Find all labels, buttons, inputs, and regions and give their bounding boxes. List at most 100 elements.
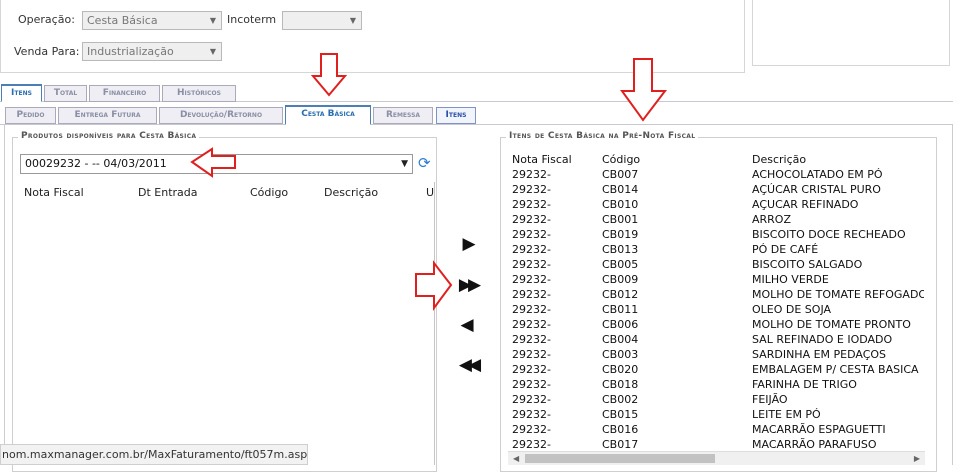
incoterm-label: Incoterm xyxy=(227,13,277,26)
cell-descricao: MOLHO DE TOMATE PRONTO xyxy=(752,318,911,331)
cell-nota-fiscal: 29232- xyxy=(512,393,551,406)
right-col-nota-fiscal[interactable]: Nota Fiscal xyxy=(512,153,572,166)
cell-codigo: CB017 xyxy=(602,438,639,451)
table-row[interactable]: 29232- CB005 BISCOITO SALGADO xyxy=(508,258,924,273)
tab-itens-sub[interactable]: Itens xyxy=(436,107,476,124)
cell-codigo: CB015 xyxy=(602,408,639,421)
prenota-items-legend: Itens de Cesta Básica na Pré-Nota Fiscal xyxy=(506,131,699,141)
cell-codigo: CB011 xyxy=(602,303,639,316)
incoterm-select[interactable]: ▼ xyxy=(282,11,362,30)
table-row[interactable]: 29232- CB006 MOLHO DE TOMATE PRONTO xyxy=(508,318,924,333)
remove-one-button[interactable]: ◀ xyxy=(456,314,478,336)
chevron-down-icon: ▼ xyxy=(401,159,408,169)
refresh-icon[interactable]: ⟳ xyxy=(418,154,434,172)
cell-codigo: CB005 xyxy=(602,258,639,271)
tab-remessa[interactable]: Remessa xyxy=(373,107,433,124)
table-row[interactable]: 29232- CB014 AÇÚCAR CRISTAL PURO xyxy=(508,183,924,198)
tab-devolucao-retorno[interactable]: Devolução/Retorno xyxy=(159,107,283,124)
cell-descricao: ACHOCOLATADO EM PÓ xyxy=(752,168,883,181)
cell-nota-fiscal: 29232- xyxy=(512,168,551,181)
venda-para-select[interactable]: Industrialização ▼ xyxy=(82,42,222,61)
cell-descricao: AÇUCAR REFINADO xyxy=(752,198,859,211)
cell-descricao: SAL REFINADO E IODADO xyxy=(752,333,893,346)
cell-descricao: AÇÚCAR CRISTAL PURO xyxy=(752,183,881,196)
table-row[interactable]: 29232- CB013 PÓ DE CAFÉ xyxy=(508,243,924,258)
cell-codigo: CB018 xyxy=(602,378,639,391)
chevron-down-icon: ▼ xyxy=(209,47,216,56)
cell-codigo: CB001 xyxy=(602,213,639,226)
table-row[interactable]: 29232- CB010 AÇUCAR REFINADO xyxy=(508,198,924,213)
cell-descricao: MOLHO DE TOMATE REFOGADO xyxy=(752,288,924,301)
left-col-dt-entrada[interactable]: Dt Entrada xyxy=(138,186,198,199)
table-row[interactable]: 29232- CB020 EMBALAGEM P/ CESTA BASICA xyxy=(508,363,924,378)
venda-para-label: Venda Para: xyxy=(14,45,80,58)
status-bar-url: nom.maxmanager.com.br/MaxFaturamento/ft0… xyxy=(0,444,308,465)
chevron-down-icon: ▼ xyxy=(209,16,216,25)
cell-descricao: MACARRÃO ESPAGUETTI xyxy=(752,423,886,436)
cell-codigo: CB002 xyxy=(602,393,639,406)
cell-nota-fiscal: 29232- xyxy=(512,258,551,271)
horizontal-scrollbar[interactable]: ◀ ▶ xyxy=(508,451,925,465)
cell-codigo: CB019 xyxy=(602,228,639,241)
red-arrow-annotation xyxy=(310,53,348,97)
left-col-unidade[interactable]: U xyxy=(426,186,434,199)
operacao-label: Operação: xyxy=(18,13,75,26)
left-col-descricao[interactable]: Descrição xyxy=(324,186,378,199)
scrollbar-thumb[interactable] xyxy=(525,454,715,463)
cell-descricao: OLEO DE SOJA xyxy=(752,303,832,316)
right-col-codigo[interactable]: Código xyxy=(602,153,640,166)
table-row[interactable]: 29232- CB002 FEIJÃO xyxy=(508,393,924,408)
operacao-select[interactable]: Cesta Básica ▼ xyxy=(82,11,222,30)
cell-nota-fiscal: 29232- xyxy=(512,228,551,241)
table-row[interactable]: 29232- CB001 ARROZ xyxy=(508,213,924,228)
table-row[interactable]: 29232- CB007 ACHOCOLATADO EM PÓ xyxy=(508,168,924,183)
tab-itens[interactable]: Itens xyxy=(1,84,42,102)
cell-nota-fiscal: 29232- xyxy=(512,213,551,226)
table-row[interactable]: 29232- CB012 MOLHO DE TOMATE REFOGADO xyxy=(508,288,924,303)
cell-descricao: LEITE EM PÓ xyxy=(752,408,821,421)
tab-historicos[interactable]: Históricos xyxy=(162,85,236,102)
table-row[interactable]: 29232- CB004 SAL REFINADO E IODADO xyxy=(508,333,924,348)
cell-codigo: CB009 xyxy=(602,273,639,286)
available-products-legend: Produtos disponíveis para Cesta Básica xyxy=(18,131,200,141)
operacao-value: Cesta Básica xyxy=(87,14,158,27)
cell-nota-fiscal: 29232- xyxy=(512,288,551,301)
left-col-codigo[interactable]: Código xyxy=(250,186,288,199)
left-col-nota-fiscal[interactable]: Nota Fiscal xyxy=(24,186,84,199)
table-row[interactable]: 29232- CB009 MILHO VERDE xyxy=(508,273,924,288)
left-list-border xyxy=(434,182,435,465)
tab-financeiro[interactable]: Financeiro xyxy=(89,85,160,102)
venda-para-value: Industrialização xyxy=(87,45,174,58)
scroll-right-icon[interactable]: ▶ xyxy=(914,452,920,465)
table-row[interactable]: 29232- CB018 FARINHA DE TRIGO xyxy=(508,378,924,393)
table-row[interactable]: 29232- CB015 LEITE EM PÓ xyxy=(508,408,924,423)
tab-total[interactable]: Total xyxy=(44,85,87,102)
cell-descricao: MILHO VERDE xyxy=(752,273,829,286)
cell-descricao: PÓ DE CAFÉ xyxy=(752,243,819,256)
cell-nota-fiscal: 29232- xyxy=(512,183,551,196)
table-row[interactable]: 29232- CB003 SARDINHA EM PEDAÇOS xyxy=(508,348,924,363)
remove-all-button[interactable]: ◀◀ xyxy=(452,354,484,376)
table-row[interactable]: 29232- CB019 BISCOITO DOCE RECHEADO xyxy=(508,228,924,243)
add-all-button[interactable]: ▶▶ xyxy=(452,274,484,296)
cell-codigo: CB013 xyxy=(602,243,639,256)
table-row[interactable]: 29232- CB016 MACARRÃO ESPAGUETTI xyxy=(508,423,924,438)
add-one-button[interactable]: ▶ xyxy=(458,233,480,255)
side-info-box xyxy=(752,0,950,66)
tab-pedido[interactable]: Pedido xyxy=(5,107,56,124)
cell-descricao: BISCOITO DOCE RECHEADO xyxy=(752,228,906,241)
cell-nota-fiscal: 29232- xyxy=(512,273,551,286)
cell-descricao: EMBALAGEM P/ CESTA BASICA xyxy=(752,363,919,376)
cell-codigo: CB007 xyxy=(602,168,639,181)
cell-nota-fiscal: 29232- xyxy=(512,363,551,376)
cell-codigo: CB012 xyxy=(602,288,639,301)
table-row[interactable]: 29232- CB017 MACARRÃO PARAFUSO xyxy=(508,438,924,451)
prenota-items-list[interactable]: Nota Fiscal Código Descrição 29232- CB007… xyxy=(508,148,924,451)
cell-descricao: MACARRÃO PARAFUSO xyxy=(752,438,877,451)
scroll-left-icon[interactable]: ◀ xyxy=(513,452,519,465)
tab-cesta-basica[interactable]: Cesta Básica xyxy=(285,105,371,125)
red-arrow-annotation xyxy=(620,58,668,122)
tab-entrega-futura[interactable]: Entrega Futura xyxy=(58,107,157,124)
table-row[interactable]: 29232- CB011 OLEO DE SOJA xyxy=(508,303,924,318)
right-col-descricao[interactable]: Descrição xyxy=(752,153,806,166)
